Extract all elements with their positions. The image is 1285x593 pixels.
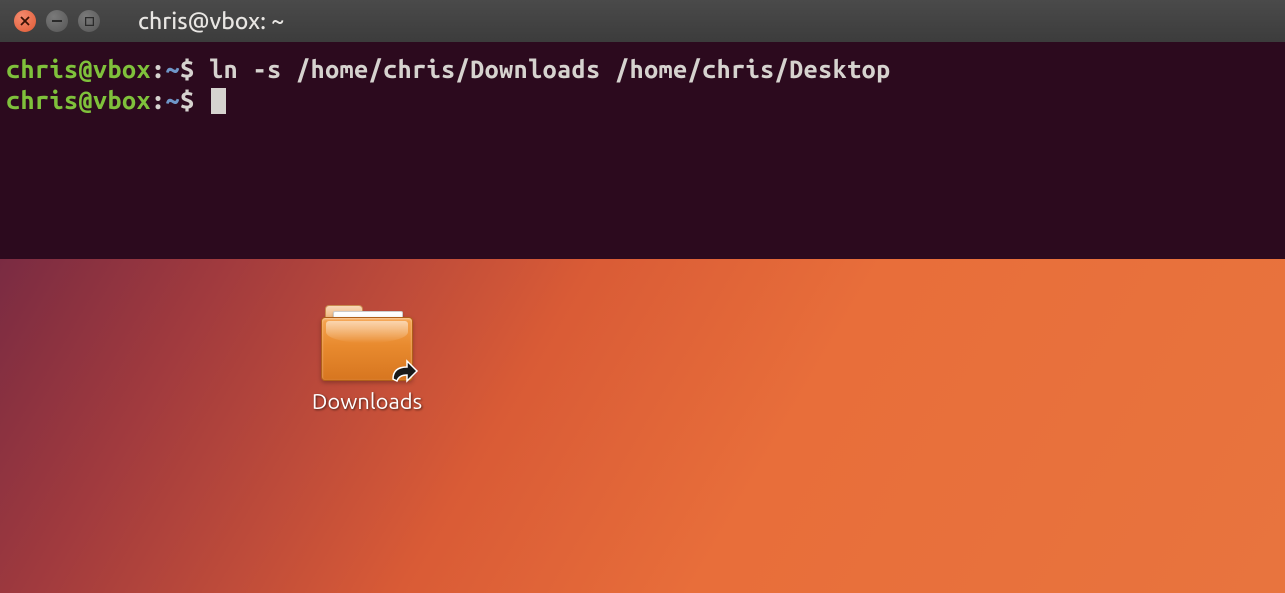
window-close-button[interactable] xyxy=(14,10,36,32)
window-titlebar: chris@vbox: ~ xyxy=(0,0,1285,42)
terminal-command: ln -s /home/chris/Downloads /home/chris/… xyxy=(209,55,891,83)
terminal-line: chris@vbox:~$ xyxy=(6,85,1279,116)
shortcut-arrow-icon xyxy=(389,359,419,385)
prompt-path: ~ xyxy=(166,86,181,114)
prompt-colon: : xyxy=(151,86,166,114)
prompt-user: chris@vbox xyxy=(6,55,151,83)
window-minimize-button[interactable] xyxy=(46,10,68,32)
window-maximize-button[interactable] xyxy=(78,10,100,32)
folder-icon xyxy=(321,305,413,381)
prompt-colon: : xyxy=(151,55,166,83)
prompt-path: ~ xyxy=(166,55,181,83)
window-title: chris@vbox: ~ xyxy=(138,9,284,34)
terminal-line: chris@vbox:~$ ln -s /home/chris/Download… xyxy=(6,54,1279,85)
close-icon xyxy=(20,16,30,26)
terminal-area[interactable]: chris@vbox:~$ ln -s /home/chris/Download… xyxy=(0,42,1285,259)
prompt-user: chris@vbox xyxy=(6,86,151,114)
desktop-shortcut-downloads[interactable]: Downloads xyxy=(302,305,432,414)
maximize-icon xyxy=(85,17,94,26)
minimize-icon xyxy=(52,20,62,22)
prompt-dollar: $ xyxy=(180,55,209,83)
desktop-icon-label: Downloads xyxy=(302,389,432,414)
prompt-dollar: $ xyxy=(180,86,209,114)
desktop-background[interactable]: Downloads xyxy=(0,259,1285,593)
terminal-cursor xyxy=(211,88,226,114)
